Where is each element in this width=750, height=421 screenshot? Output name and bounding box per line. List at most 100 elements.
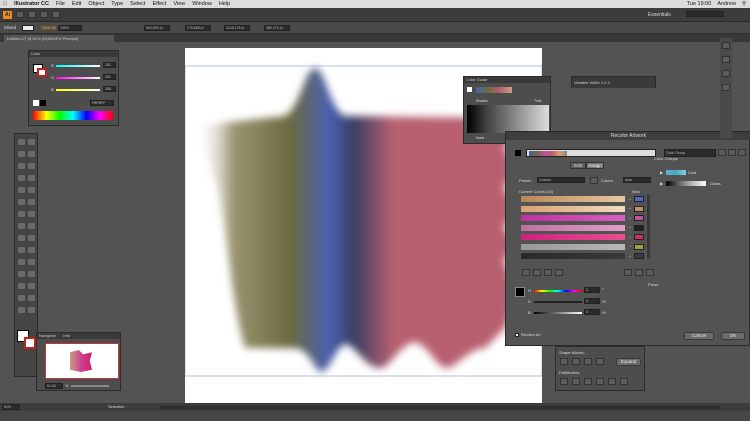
arrange-documents-icon[interactable] [40, 11, 48, 18]
workspace-switcher[interactable]: Essentials [648, 12, 671, 18]
new-color-swatch[interactable] [634, 234, 644, 240]
tool-button-icon[interactable] [18, 235, 25, 241]
tool-button-icon[interactable] [28, 307, 35, 313]
width-field[interactable]: 1128.175 pt [224, 25, 250, 31]
assign-arrow-icon[interactable]: → [627, 205, 632, 211]
assign-arrow-icon[interactable]: → [627, 234, 632, 240]
h-field[interactable]: 0 [584, 287, 600, 293]
tool-button-icon[interactable] [18, 187, 25, 193]
current-color-row[interactable] [521, 205, 625, 212]
tool-button-icon[interactable] [28, 295, 35, 301]
navigator-zoom-slider[interactable] [71, 385, 109, 387]
h-slider[interactable] [534, 290, 582, 292]
new-folder-icon[interactable] [738, 149, 746, 156]
hex-field[interactable]: FBFBFF [90, 100, 114, 106]
current-color-row[interactable] [521, 224, 625, 231]
tool-button-icon[interactable] [18, 307, 25, 313]
stroke-box[interactable] [24, 337, 36, 349]
white-swatch[interactable] [33, 100, 39, 106]
tool-button-icon[interactable] [18, 139, 25, 145]
assign-arrow-icon[interactable]: → [627, 215, 632, 221]
crop-icon[interactable] [596, 378, 604, 385]
merge-icon[interactable] [584, 378, 592, 385]
cancel-button[interactable]: Cancel [684, 332, 714, 340]
swatches-icon[interactable] [722, 84, 730, 91]
tab-info[interactable]: Info [63, 333, 70, 338]
stroke-color-icon[interactable] [37, 68, 47, 77]
opacity-field[interactable]: 100% [58, 25, 82, 31]
tool-button-icon[interactable] [18, 199, 25, 205]
black-swatch[interactable] [40, 100, 46, 106]
tab-edit[interactable]: Edit [570, 162, 586, 169]
colors-select[interactable]: Auto [623, 177, 651, 183]
r-field[interactable]: 251 [103, 62, 116, 68]
gpu-icon[interactable] [52, 11, 60, 18]
new-color-swatch[interactable] [634, 224, 644, 231]
group-swatches-grass[interactable] [666, 181, 706, 186]
menu-effect[interactable]: Effect [152, 1, 166, 7]
menu-help[interactable]: Help [219, 1, 230, 7]
tool-button-icon[interactable] [18, 271, 25, 277]
exclude-colors-icon[interactable] [544, 269, 552, 276]
trim-icon[interactable] [572, 378, 580, 385]
tool-button-icon[interactable] [28, 151, 35, 157]
tool-button-icon[interactable] [18, 211, 25, 217]
current-color-row[interactable] [521, 215, 625, 221]
document-tab[interactable]: Untitled-17 @ 61% (RGB/GPU Preview) [4, 35, 114, 42]
tool-button-icon[interactable] [28, 271, 35, 277]
horizontal-scrollbar[interactable] [160, 406, 720, 409]
group-swatches-cold[interactable] [666, 170, 686, 175]
zoom-field[interactable]: 61% [2, 404, 20, 410]
b-slider-recolor[interactable] [534, 312, 582, 314]
merge-colors-icon[interactable] [522, 269, 530, 276]
find-icon[interactable] [646, 269, 654, 276]
tool-button-icon[interactable] [18, 247, 25, 253]
new-color-swatch[interactable] [634, 205, 644, 212]
tool-button-icon[interactable] [28, 283, 35, 289]
new-row-icon[interactable] [555, 269, 563, 276]
random-saturation-icon[interactable] [635, 269, 643, 276]
tool-button-icon[interactable] [28, 223, 35, 229]
tool-button-icon[interactable] [28, 259, 35, 265]
color-spectrum[interactable] [33, 111, 113, 120]
current-color-row[interactable] [521, 234, 625, 240]
color-group-strip[interactable] [526, 149, 656, 157]
user-name[interactable]: Andrew [717, 1, 736, 7]
tool-button-icon[interactable] [28, 163, 35, 169]
group-name-grass[interactable]: Grass [710, 181, 721, 186]
tool-button-icon[interactable] [28, 139, 35, 145]
save-group-icon[interactable] [728, 149, 736, 156]
s-slider[interactable] [534, 301, 582, 303]
new-color-swatch[interactable] [634, 215, 644, 221]
properties-icon[interactable] [722, 56, 730, 63]
expand-button[interactable]: Expand [616, 358, 641, 366]
exclude-icon[interactable] [596, 358, 604, 365]
harmony-rules-strip[interactable] [476, 87, 512, 93]
tab-assign[interactable]: Assign [586, 162, 604, 169]
assign-arrow-icon[interactable]: → [627, 253, 632, 259]
color-reduction-options-icon[interactable] [590, 177, 598, 184]
tool-button-icon[interactable] [18, 223, 25, 229]
navigator-zoom-field[interactable]: 61.06 [45, 383, 63, 389]
tool-button-icon[interactable] [28, 235, 35, 241]
base-color-swatch[interactable] [467, 87, 472, 92]
new-color-swatch[interactable] [634, 196, 644, 202]
new-color-swatch[interactable] [634, 253, 644, 259]
libraries-icon[interactable] [722, 42, 730, 49]
tool-button-icon[interactable] [28, 187, 35, 193]
status-mode[interactable]: Selection [108, 404, 124, 409]
current-color-row[interactable] [521, 196, 625, 202]
intersect-icon[interactable] [584, 358, 592, 365]
app-name[interactable]: Illustrator CC [14, 1, 49, 7]
b-field-recolor[interactable]: 0 [584, 309, 600, 315]
menu-select[interactable]: Select [130, 1, 145, 7]
height-field[interactable]: 380.371 pt [264, 25, 290, 31]
menu-object[interactable]: Object [88, 1, 104, 7]
group-expand-icon-grass[interactable]: ▶ [660, 181, 663, 186]
minus-front-icon[interactable] [572, 358, 580, 365]
assign-arrow-icon[interactable]: → [627, 196, 632, 202]
tab-navigator[interactable]: Navigator [39, 333, 56, 338]
menu-type[interactable]: Type [111, 1, 123, 7]
menu-window[interactable]: Window [192, 1, 212, 7]
navigator-preview[interactable] [45, 343, 119, 379]
